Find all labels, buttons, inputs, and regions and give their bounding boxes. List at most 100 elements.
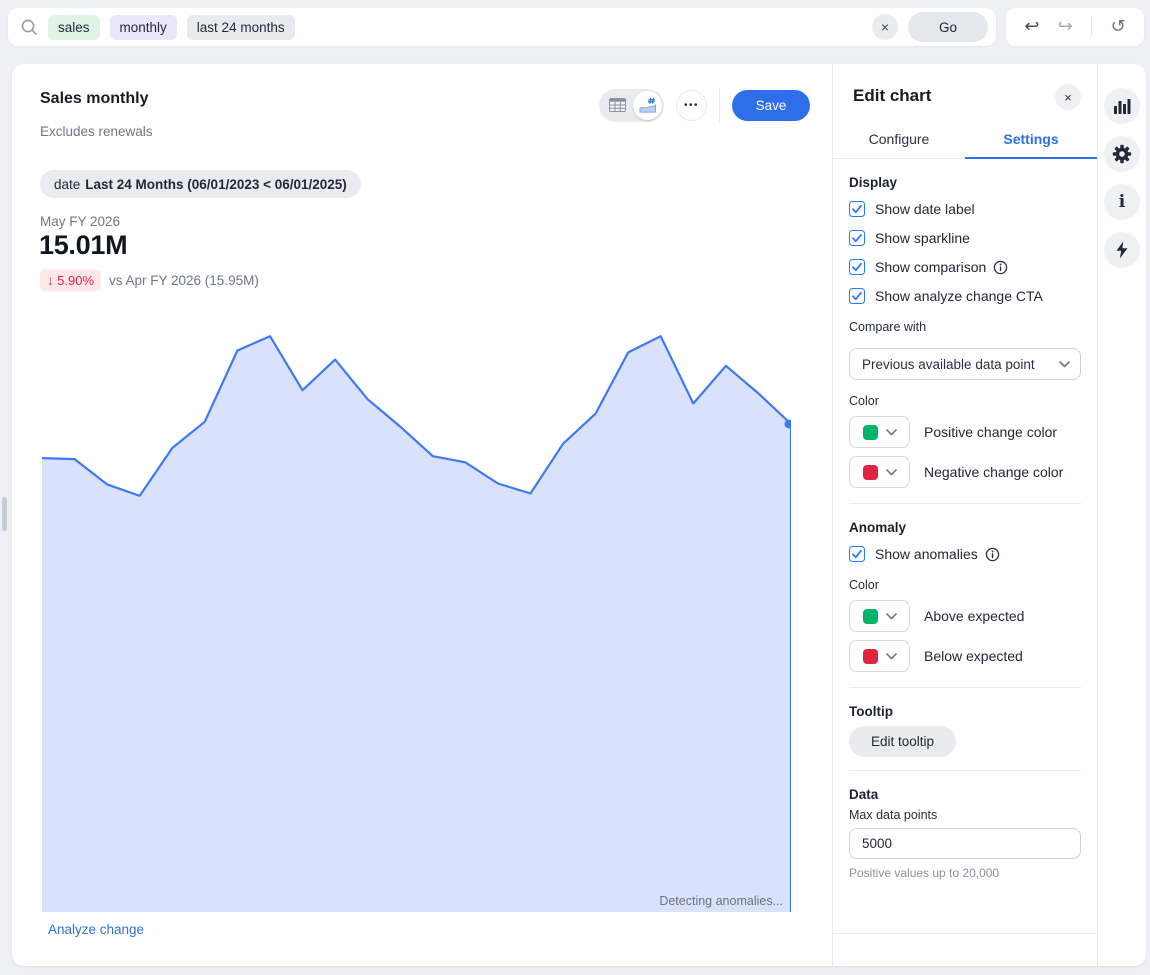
option-label: Show comparison	[875, 259, 1008, 275]
more-options-button[interactable]: •••	[676, 90, 707, 121]
negative-color-row: Negative change color	[849, 456, 1081, 488]
sparkline-chart[interactable]: Detecting anomalies...	[42, 330, 791, 912]
change-badge-text: ↓ 5.90%	[47, 273, 94, 288]
anomaly-heading: Anomaly	[849, 520, 1081, 535]
chart-view-icon[interactable]	[633, 91, 662, 120]
select-value: Previous available data point	[862, 357, 1059, 372]
info-icon[interactable]	[985, 547, 1000, 562]
panel-tabs: Configure Settings	[833, 128, 1097, 159]
anomaly-status-text: Detecting anomalies...	[659, 894, 783, 908]
panel-body: Display Show date label Show sparkline S…	[833, 175, 1097, 880]
anomaly-color-label: Color	[849, 578, 1081, 592]
section-divider	[849, 503, 1081, 504]
reset-icon[interactable]: ↺	[1111, 18, 1126, 36]
color-label: Color	[849, 394, 1081, 408]
chevron-down-icon	[1059, 361, 1070, 368]
below-expected-row: Below expected	[849, 640, 1081, 672]
kpi-period-label: May FY 2026	[40, 214, 120, 229]
input-helper-text: Positive values up to 20,000	[849, 866, 1081, 880]
filter-value: Last 24 Months (06/01/2023 < 06/01/2025)	[85, 177, 347, 192]
tooltip-heading: Tooltip	[849, 704, 1081, 719]
panel-header: Edit chart ×	[833, 64, 1097, 128]
option-show-analyze-cta[interactable]: Show analyze change CTA	[849, 286, 1081, 306]
info-icon[interactable]: i	[1104, 184, 1140, 220]
search-token-sales[interactable]: sales	[48, 15, 100, 40]
panel-bottom-divider	[833, 933, 1097, 934]
option-show-anomalies[interactable]: Show anomalies	[849, 544, 1081, 564]
option-label: Show analyze change CTA	[875, 288, 1043, 304]
swatch-label: Positive change color	[924, 424, 1057, 440]
filter-prefix: date	[54, 177, 80, 192]
view-toggle	[599, 89, 664, 122]
bar-chart-icon[interactable]	[1104, 88, 1140, 124]
green-swatch	[863, 609, 878, 624]
chart-toolbar: ••• Save	[599, 88, 810, 122]
page-subtitle: Excludes renewals	[40, 124, 153, 139]
checkbox-checked[interactable]	[849, 546, 865, 562]
swatch-label: Below expected	[924, 648, 1023, 664]
panel-resize-handle[interactable]	[2, 497, 7, 531]
go-button[interactable]: Go	[908, 12, 988, 42]
save-button[interactable]: Save	[732, 90, 810, 121]
positive-color-row: Positive change color	[849, 416, 1081, 448]
checkbox-checked[interactable]	[849, 230, 865, 246]
option-show-comparison[interactable]: Show comparison	[849, 257, 1081, 277]
tab-settings[interactable]: Settings	[965, 128, 1097, 158]
chevron-down-icon	[886, 429, 897, 436]
analyze-change-link[interactable]: Analyze change	[48, 922, 144, 937]
option-label: Show sparkline	[875, 230, 970, 246]
edit-tooltip-button[interactable]: Edit tooltip	[849, 726, 956, 757]
swatch-label: Negative change color	[924, 464, 1063, 480]
negative-color-picker[interactable]	[849, 456, 910, 488]
change-comparison: vs Apr FY 2026 (15.95M)	[109, 273, 259, 288]
undo-icon[interactable]: ↩	[1024, 18, 1039, 36]
panel-title: Edit chart	[853, 86, 931, 106]
clear-search-button[interactable]: ×	[872, 14, 898, 40]
max-data-points-input[interactable]	[849, 828, 1081, 859]
display-heading: Display	[849, 175, 1081, 190]
search-bar[interactable]: sales monthly last 24 months × Go	[8, 8, 996, 46]
toolbar-divider	[719, 88, 720, 122]
red-swatch	[863, 465, 878, 480]
below-expected-color-picker[interactable]	[849, 640, 910, 672]
section-divider	[849, 770, 1081, 771]
change-badge: ↓ 5.90%	[40, 270, 101, 291]
checkbox-checked[interactable]	[849, 288, 865, 304]
chart-main-area: Sales monthly Excludes renewals	[12, 64, 832, 966]
option-show-sparkline[interactable]: Show sparkline	[849, 228, 1081, 248]
option-label: Show anomalies	[875, 546, 1000, 562]
positive-color-picker[interactable]	[849, 416, 910, 448]
red-swatch	[863, 649, 878, 664]
search-token-range[interactable]: last 24 months	[187, 15, 295, 40]
section-divider	[849, 687, 1081, 688]
close-icon[interactable]: ×	[1055, 84, 1081, 110]
sparkline-area	[42, 336, 791, 912]
option-show-date-label[interactable]: Show date label	[849, 199, 1081, 219]
sparkline-svg	[42, 330, 791, 912]
chevron-down-icon	[886, 653, 897, 660]
icon-rail: i	[1097, 64, 1146, 966]
kpi-change-row: ↓ 5.90% vs Apr FY 2026 (15.95M)	[40, 270, 259, 291]
date-filter-pill[interactable]: date Last 24 Months (06/01/2023 < 06/01/…	[40, 170, 361, 198]
tab-configure[interactable]: Configure	[833, 128, 965, 158]
page-title: Sales monthly	[40, 90, 148, 108]
chart-card: Sales monthly Excludes renewals	[12, 64, 1146, 966]
above-expected-row: Above expected	[849, 600, 1081, 632]
toolbar-divider	[1091, 17, 1092, 37]
checkbox-checked[interactable]	[849, 259, 865, 275]
kpi-value: 15.01M	[39, 230, 127, 261]
gear-icon[interactable]	[1104, 136, 1140, 172]
data-heading: Data	[849, 787, 1081, 802]
redo-icon[interactable]: ↪	[1058, 18, 1073, 36]
lightning-icon[interactable]	[1104, 232, 1140, 268]
info-icon[interactable]	[993, 260, 1008, 275]
above-expected-color-picker[interactable]	[849, 600, 910, 632]
checkbox-checked[interactable]	[849, 201, 865, 217]
chevron-down-icon	[886, 613, 897, 620]
compare-with-select[interactable]: Previous available data point	[849, 348, 1081, 380]
search-icon	[20, 18, 38, 36]
search-token-monthly[interactable]: monthly	[110, 15, 177, 40]
swatch-label: Above expected	[924, 608, 1024, 624]
history-toolbar: ↩ ↪ ↺	[1006, 8, 1144, 46]
table-view-icon[interactable]	[601, 91, 633, 120]
